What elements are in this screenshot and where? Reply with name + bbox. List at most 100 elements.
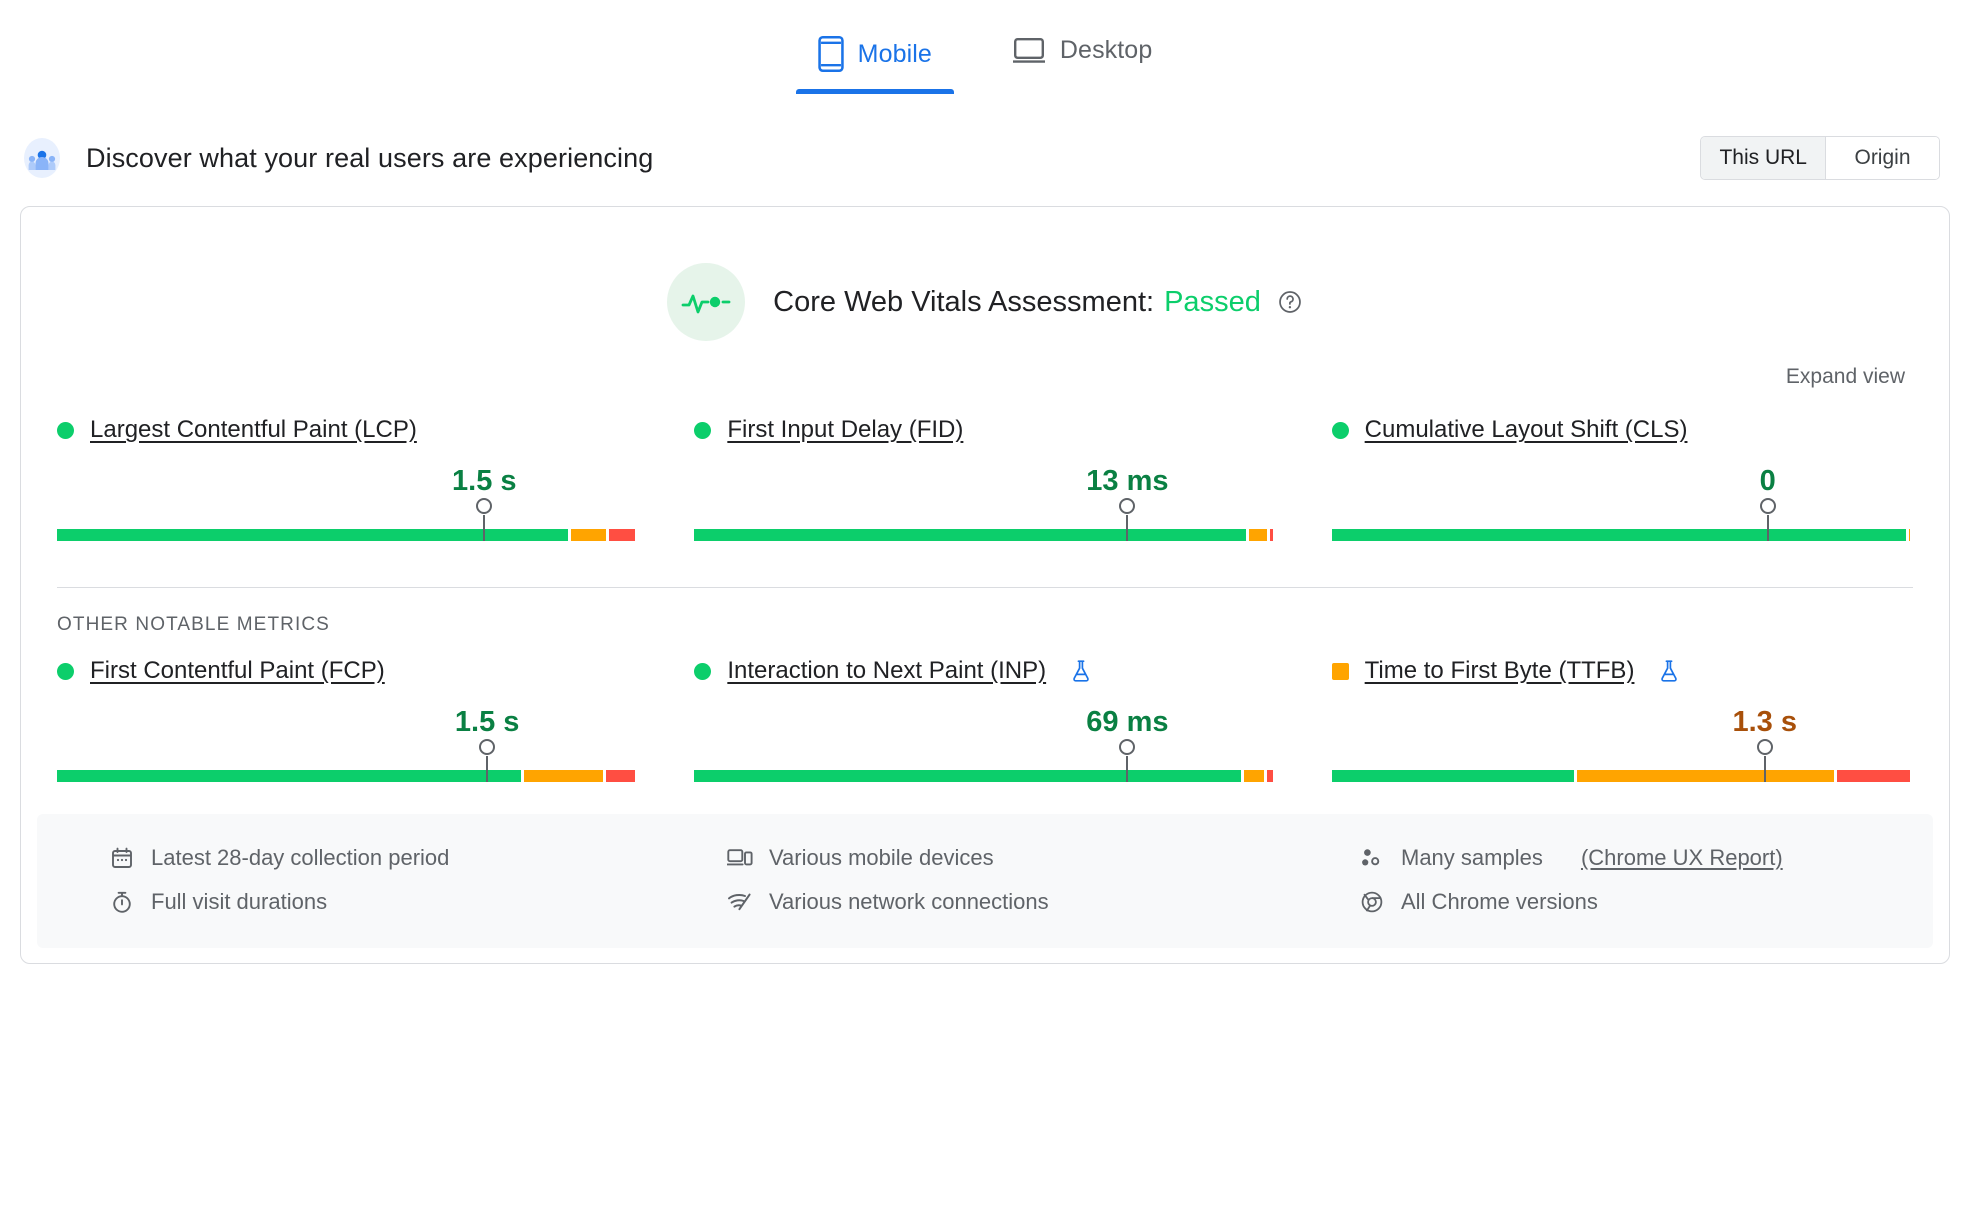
metric-distribution-bar [694,515,1275,545]
metric-name-link[interactable]: Interaction to Next Paint (INP) [727,657,1046,685]
metric-header: First Input Delay (FID) [694,413,1275,447]
metric-value-row: 13 ms [694,461,1275,513]
field-data-card: Core Web Vitals Assessment: Passed Expan… [20,206,1950,964]
devices-icon [727,845,753,871]
footer-item: Various network connections [727,880,1301,924]
scope-origin-button[interactable]: Origin [1825,137,1939,179]
flask-icon[interactable] [1658,659,1680,683]
real-users-globe-icon [20,136,64,180]
footer-item: Latest 28-day collection period [109,836,669,880]
field-data-header: Discover what your real users are experi… [20,128,1940,188]
percentile-marker-pin [1126,756,1129,782]
footer-item-text: Latest 28-day collection period [151,845,450,870]
percentile-marker-pin [1126,515,1129,541]
chrome-ux-report-link[interactable]: (Chrome UX Report) [1581,845,1783,871]
metric-distribution-bar [57,515,638,545]
calendar-icon [109,845,135,871]
metric-lcp: Largest Contentful Paint (LCP) 1.5 s [57,413,638,545]
assessment-label: Core Web Vitals Assessment: [773,285,1155,318]
footer-item: All Chrome versions [1359,880,1933,924]
metric-name-link[interactable]: Cumulative Layout Shift (CLS) [1365,416,1688,444]
metric-value: 1.5 s [454,706,520,738]
metric-value: 69 ms [1086,706,1169,738]
green-dot-status-indicator [694,662,712,680]
pagespeed-field-data-page: Mobile Desktop Discover what your real u… [0,0,1970,1208]
distribution-segments [1331,529,1913,541]
metric-value-row: 0 [1332,461,1913,513]
percentile-marker-pin [1763,756,1766,782]
tab-desktop-label: Desktop [1059,36,1153,64]
metric-distribution-bar [57,756,638,786]
metric-name-link[interactable]: First Contentful Paint (FCP) [90,657,385,685]
metric-inp: Interaction to Next Paint (INP) 69 ms [694,654,1275,786]
footer-text-space [1559,845,1565,871]
segment-poor [1837,770,1910,782]
footer-column-3: Many samples (Chrome UX Report) All Chrom… [1301,836,1933,924]
metric-value-row: 1.5 s [57,702,638,754]
metric-value-row: 1.3 s [1332,702,1913,754]
metric-name-link[interactable]: First Input Delay (FID) [727,416,963,444]
green-dot-status-indicator [57,421,74,439]
network-speed-icon [727,889,753,915]
percentile-marker-pin [1766,515,1769,541]
footer-item-text: Full visit durations [151,889,328,914]
segment-good [1331,770,1575,782]
chrome-icon [1359,889,1385,915]
segment-poor [606,770,636,782]
metric-fid: First Input Delay (FID) 13 ms [694,413,1275,545]
metric-header: Time to First Byte (TTFB) [1331,654,1913,688]
distribution-segments [694,770,1275,782]
samples-icon [1359,845,1385,871]
distribution-segments [57,770,638,782]
expand-view-button[interactable]: Expand view [1786,365,1905,389]
footer-item: Many samples (Chrome UX Report) [1359,836,1933,880]
help-circle-icon[interactable] [1277,289,1303,315]
footer-item: Various mobile devices [727,836,1301,880]
page-title: Discover what your real users are experi… [86,142,654,173]
segment-good [694,529,1247,541]
metric-value-row: 1.5 s [57,461,638,513]
segment-needs_improvement [1249,529,1267,541]
other-notable-metrics-label: OTHER NOTABLE METRICS [57,614,330,635]
footer-item-text: Many samples [1401,845,1543,870]
laptop-icon [1012,37,1046,65]
metric-distribution-bar [694,756,1275,786]
metric-header: Largest Contentful Paint (LCP) [57,413,638,447]
metric-cls: Cumulative Layout Shift (CLS) 0 [1331,413,1913,545]
footer-item-text: Various mobile devices [769,845,994,870]
other-notable-metrics: First Contentful Paint (FCP) 1.5 s Interac… [21,636,1949,786]
metric-distribution-bar [1331,756,1913,786]
field-data-footer: Latest 28-day collection period Full visi… [37,814,1933,948]
metric-value: 13 ms [1086,465,1169,497]
metric-value: 1.5 s [452,465,517,497]
green-dot-status-indicator [1331,421,1349,439]
stopwatch-icon [109,889,135,915]
segment-good [1331,529,1906,541]
footer-item: Full visit durations [109,880,669,924]
segment-needs_improvement [1243,770,1264,782]
segment-needs_improvement [524,770,604,782]
segment-poor [1266,770,1273,782]
metric-ttfb: Time to First Byte (TTFB) 1.3 s [1331,654,1913,786]
metric-name-link[interactable]: Time to First Byte (TTFB) [1365,657,1635,685]
core-web-vitals-metrics: Largest Contentful Paint (LCP) 1.5 s First… [21,389,1949,545]
footer-column-1: Latest 28-day collection period Full visi… [37,836,669,924]
tab-mobile[interactable]: Mobile [795,26,955,94]
segment-good [57,770,522,782]
expand-view-row: Expand view [21,341,1949,389]
metric-distribution-bar [1331,515,1913,545]
segment-good [57,529,569,541]
tab-desktop[interactable]: Desktop [990,26,1174,87]
distribution-segments [694,529,1275,541]
scope-this-url-button[interactable]: This URL [1701,137,1825,179]
metric-value: 1.3 s [1732,706,1797,738]
footer-item-text: Various network connections [769,889,1049,914]
footer-column-2: Various mobile devices Various network co… [669,836,1301,924]
flask-icon[interactable] [1070,659,1092,683]
footer-item-text: All Chrome versions [1401,889,1598,914]
segment-needs_improvement [1577,770,1835,782]
metric-header: Interaction to Next Paint (INP) [694,654,1275,688]
metric-name-link[interactable]: Largest Contentful Paint (LCP) [90,416,417,444]
tab-mobile-label: Mobile [857,39,932,68]
metric-value-row: 69 ms [694,702,1275,754]
